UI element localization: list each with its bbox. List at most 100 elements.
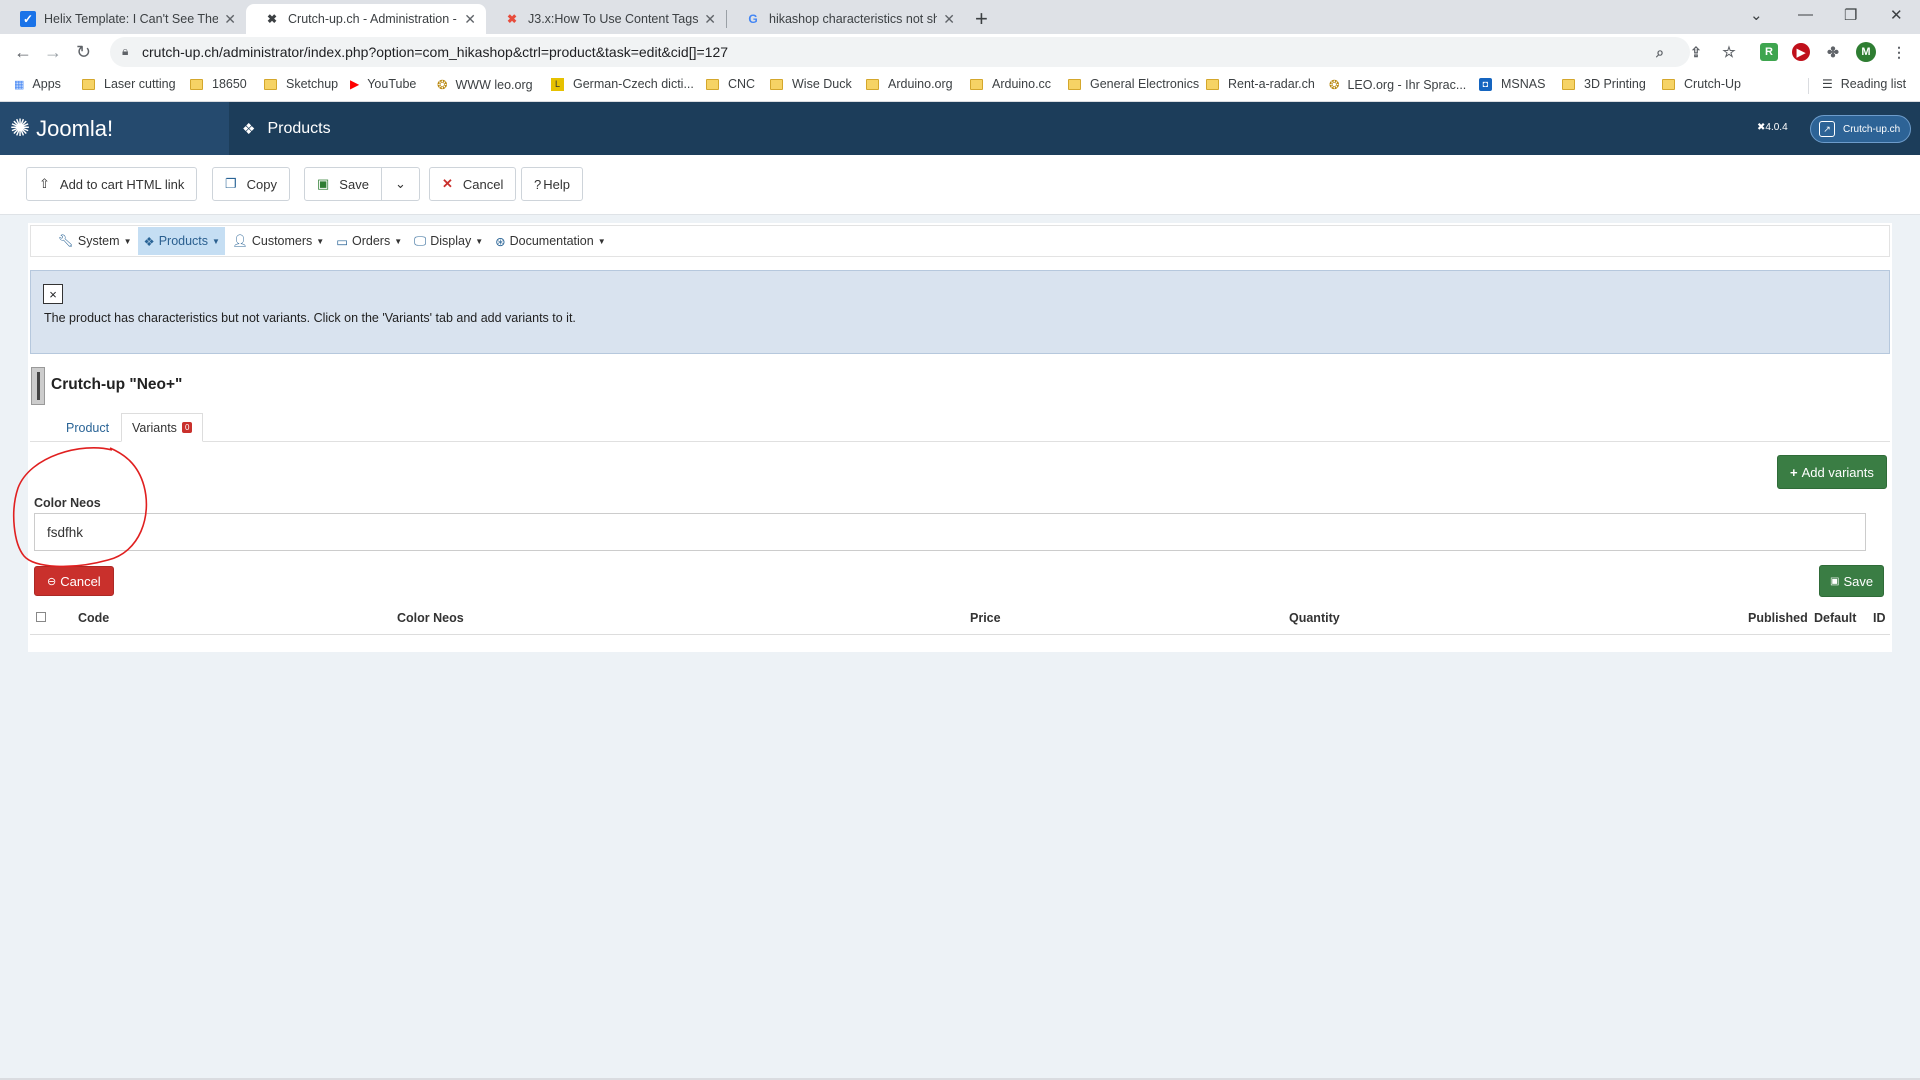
copy-button[interactable]: ❐ Copy: [212, 167, 291, 201]
column-code[interactable]: Code: [78, 611, 109, 625]
menu-label: Documentation: [509, 234, 594, 248]
tab-title: Helix Template: I Can't See The N: [44, 12, 219, 26]
bookmark-leo[interactable]: ❂ WWW leo.org: [437, 77, 533, 93]
caret-down-icon: ▼: [212, 236, 220, 246]
bookmark-arduino-cc[interactable]: Arduino.cc: [970, 77, 1051, 91]
reload-icon[interactable]: ↻: [76, 42, 91, 63]
tab-title: hikashop characteristics not show: [769, 12, 938, 26]
new-tab-plus-icon[interactable]: +: [975, 6, 988, 32]
bookmark-german-czech[interactable]: L German-Czech dicti...: [551, 77, 694, 91]
menu-system[interactable]: 🔧︎ System ▼: [53, 227, 136, 255]
browser-tab-helix[interactable]: ✓ Helix Template: I Can't See The N ✕: [2, 4, 246, 34]
google-favicon-icon: G: [748, 12, 758, 26]
caret-down-icon: ▼: [316, 236, 325, 246]
column-price[interactable]: Price: [970, 611, 1001, 625]
bookmark-sketchup[interactable]: Sketchup: [264, 77, 338, 91]
tab-product[interactable]: Product: [56, 413, 119, 442]
bookmarks-bar: ▦ Apps Laser cutting 18650 Sketchup ▶ YouT…: [0, 70, 1920, 102]
tab-variants[interactable]: Variants 0: [121, 413, 204, 442]
help-button[interactable]: ? Help: [521, 167, 583, 201]
bookmark-msnas[interactable]: ◘ MSNAS: [1479, 77, 1545, 91]
column-default[interactable]: Default: [1814, 611, 1856, 625]
folder-icon: [1068, 78, 1081, 90]
bookmark-star-icon[interactable]: ☆: [1720, 43, 1738, 61]
bookmark-cnc[interactable]: CNC: [706, 77, 755, 91]
menu-customers[interactable]: 👤︎ Customers ▼: [227, 227, 329, 255]
bookmark-label: German-Czech dicti...: [573, 77, 694, 91]
share-icon[interactable]: ⇪: [1687, 43, 1705, 61]
tab-label: Product: [66, 420, 110, 435]
bookmark-general-electronics[interactable]: General Electronics: [1068, 77, 1199, 91]
view-site-button[interactable]: ↗ Crutch-up.ch: [1810, 115, 1912, 143]
joomla-logo[interactable]: ✺ Joomla!: [0, 102, 229, 155]
bookmark-label: Laser cutting: [104, 77, 176, 91]
forward-arrow-icon[interactable]: →: [44, 42, 62, 63]
joomla-header: ✺ Joomla! ❖ Products ✖4.0.4 ↗ Crutch-up.…: [0, 102, 1920, 155]
save-button[interactable]: ▣ Save: [304, 167, 382, 201]
extension-play-icon[interactable]: ▶: [1792, 43, 1810, 61]
minimize-icon[interactable]: —: [1798, 6, 1813, 23]
bookmark-rent-a-radar[interactable]: Rent-a-radar.ch: [1206, 77, 1315, 91]
restore-icon[interactable]: ❐: [1844, 6, 1857, 24]
add-to-cart-html-link-button[interactable]: ⇧ Add to cart HTML link: [26, 167, 198, 201]
alert-close-button[interactable]: ×: [43, 284, 63, 304]
bookmark-label: Rent-a-radar.ch: [1228, 77, 1315, 91]
browser-tab-google[interactable]: G hikashop characteristics not show ✕: [727, 4, 965, 34]
reading-list[interactable]: ☰ Reading list: [1822, 77, 1906, 91]
profile-avatar[interactable]: M: [1856, 42, 1876, 62]
color-neos-input[interactable]: fsdfhk: [34, 513, 1866, 551]
column-quantity[interactable]: Quantity: [1289, 611, 1340, 625]
browser-tab-j3x[interactable]: ✖ J3.x:How To Use Content Tags in ✕: [486, 4, 726, 34]
extensions-puzzle-icon[interactable]: ✤: [1824, 43, 1842, 61]
back-arrow-icon[interactable]: ←: [14, 42, 32, 63]
bookmark-wise-duck[interactable]: Wise Duck: [770, 77, 852, 91]
button-label: Copy: [246, 176, 278, 192]
button-label: Add to cart HTML link: [59, 176, 185, 192]
bookmark-leo-sprachen[interactable]: ❂ LEO.org - Ihr Sprac...: [1329, 77, 1466, 93]
close-tab-icon[interactable]: ✕: [704, 11, 716, 28]
browser-menu-icon[interactable]: ⋮: [1890, 43, 1908, 61]
url-field[interactable]: 🔒︎ crutch-up.ch/administrator/index.php?…: [110, 37, 1690, 67]
close-tab-icon[interactable]: ✕: [943, 11, 955, 28]
bookmark-3d-printing[interactable]: 3D Printing: [1562, 77, 1646, 91]
add-variants-button[interactable]: + Add variants: [1777, 455, 1887, 489]
close-tab-icon[interactable]: ✕: [224, 11, 236, 28]
bookmark-18650[interactable]: 18650: [190, 77, 247, 91]
tab-title: J3.x:How To Use Content Tags in: [528, 12, 699, 26]
menu-orders[interactable]: ▭ Orders ▼: [331, 227, 407, 255]
bookmark-laser-cutting[interactable]: Laser cutting: [82, 77, 176, 91]
menu-display[interactable]: 🖵︎ Display ▼: [409, 227, 488, 255]
zoom-icon[interactable]: ⌕: [1651, 43, 1669, 61]
extension-r-icon[interactable]: R: [1760, 43, 1778, 61]
column-color-neos[interactable]: Color Neos: [397, 611, 464, 625]
alert-message: The product has characteristics but not …: [44, 311, 576, 325]
bookmark-arduino-org[interactable]: Arduino.org: [866, 77, 953, 91]
close-tab-icon[interactable]: ✕: [464, 11, 476, 28]
folder-icon: [770, 78, 783, 90]
tab-title: Crutch-up.ch - Administration - P: [288, 12, 459, 26]
menu-label: System: [77, 234, 120, 248]
column-published[interactable]: Published: [1748, 611, 1808, 625]
close-window-icon[interactable]: ✕: [1890, 6, 1903, 24]
upload-icon: ⇧: [39, 176, 50, 191]
folder-icon: [1662, 78, 1675, 90]
browser-tab-strip: ✓ Helix Template: I Can't See The N ✕ ✖ …: [0, 0, 1920, 34]
lock-icon: 🔒︎: [122, 44, 129, 58]
cancel-button[interactable]: ✕ Cancel: [429, 167, 517, 201]
variant-save-button[interactable]: ▣ Save: [1819, 565, 1885, 597]
bookmark-youtube[interactable]: ▶ YouTube: [350, 77, 416, 91]
menu-documentation[interactable]: ⊛ Documentation ▼: [490, 227, 610, 255]
column-id[interactable]: ID: [1873, 611, 1886, 625]
button-label: Cancel: [60, 573, 101, 589]
select-all-checkbox[interactable]: [36, 612, 46, 622]
bookmark-apps[interactable]: ▦ Apps: [14, 77, 61, 91]
bookmark-label: General Electronics: [1090, 77, 1200, 91]
button-label: Cancel: [462, 176, 504, 192]
bookmark-crutch-up[interactable]: Crutch-Up: [1662, 77, 1741, 91]
save-dropdown-toggle[interactable]: ⌄: [381, 167, 420, 201]
menu-products[interactable]: ❖ Products ▼: [138, 227, 225, 255]
reading-list-icon: ☰: [1822, 77, 1833, 91]
tab-search-chevron-icon[interactable]: ⌄: [1750, 6, 1763, 24]
variant-cancel-button[interactable]: ⊖ Cancel: [34, 566, 114, 596]
browser-tab-crutch-admin[interactable]: ✖ Crutch-up.ch - Administration - P ✕: [246, 4, 486, 34]
